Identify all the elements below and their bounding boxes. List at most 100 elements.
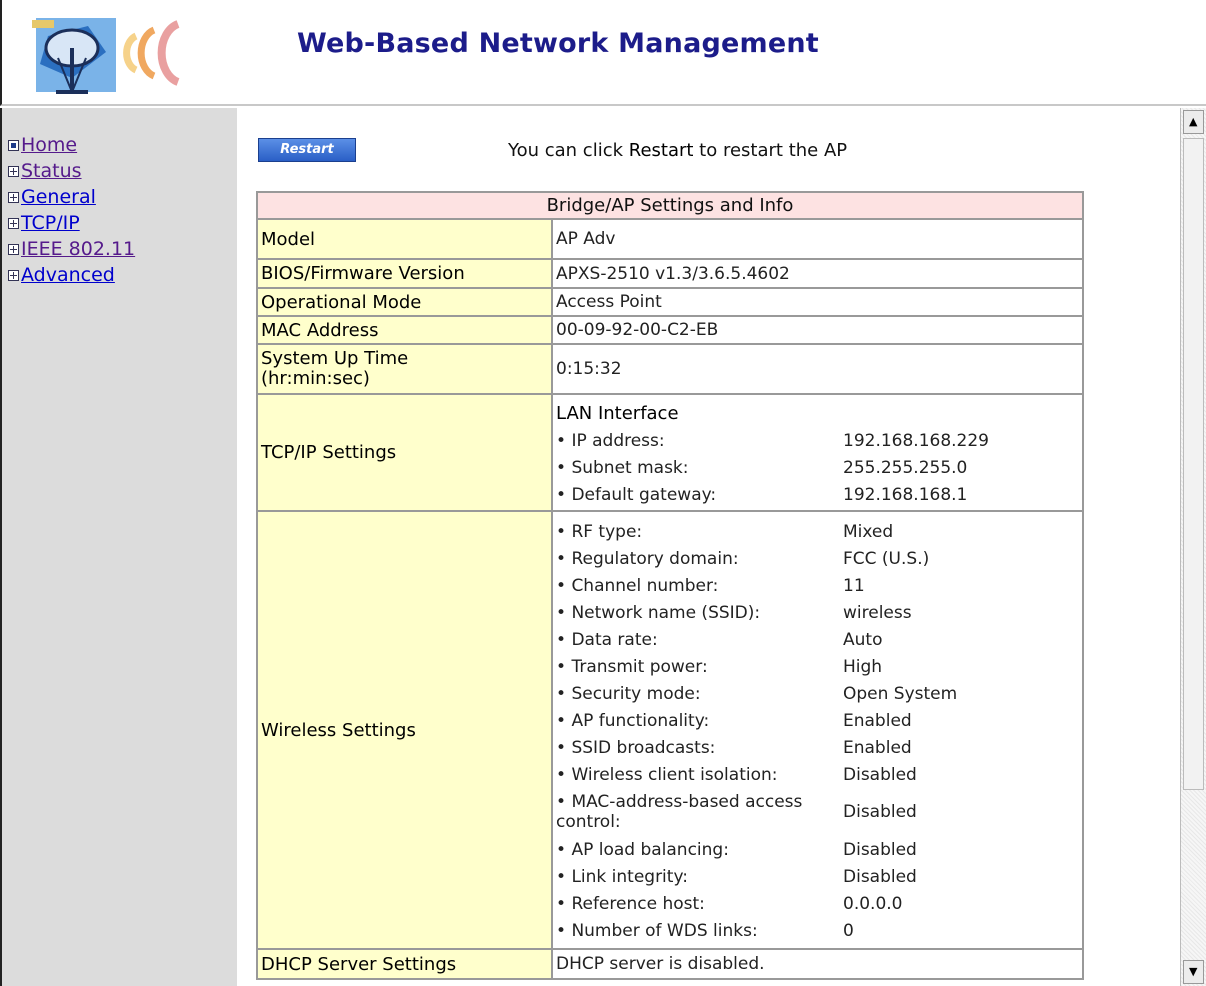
table-row: MAC Address 00-09-92-00-C2-EB [256, 315, 1084, 345]
sidebar-item-home[interactable]: Home [8, 132, 135, 158]
model-value: AP Adv [551, 218, 1084, 260]
sidebar-link-advanced[interactable]: Advanced [21, 264, 115, 286]
sidebar-item-ieee80211[interactable]: IEEE 802.11 [8, 236, 135, 262]
sidebar-item-status[interactable]: Status [8, 158, 135, 184]
plus-box-icon[interactable] [8, 244, 19, 255]
restart-hint-bold: Restart [628, 140, 694, 161]
table-row: BIOS/Firmware Version APXS-2510 v1.3/3.6… [256, 258, 1084, 289]
restart-hint-before: You can click [508, 140, 629, 161]
plus-box-icon[interactable] [8, 192, 19, 203]
minus-box-icon [8, 140, 19, 151]
kv-key: Channel number: [556, 576, 843, 596]
uptime-label-line1: System Up Time [261, 348, 409, 369]
scroll-up-arrow-icon[interactable]: ▲ [1183, 110, 1204, 134]
kv-row: RF type:Mixed [556, 518, 1082, 545]
table-row: DHCP Server Settings DHCP server is disa… [256, 948, 1084, 980]
tcpip-value: LAN Interface IP address:192.168.168.229… [551, 393, 1084, 512]
vertical-scrollbar[interactable]: ▲ ▼ [1180, 108, 1206, 986]
settings-table: Bridge/AP Settings and Info Model AP Adv… [256, 191, 1084, 980]
kv-row: Network name (SSID):wireless [556, 599, 1082, 626]
restart-button[interactable]: Restart [258, 138, 356, 162]
kv-value: Open System [843, 683, 958, 704]
kv-row: Wireless client isolation:Disabled [556, 761, 1082, 788]
plus-box-icon[interactable] [8, 270, 19, 281]
sidebar-item-general[interactable]: General [8, 184, 135, 210]
kv-value: 11 [843, 575, 865, 596]
uptime-label: System Up Time (hr:min:sec) [256, 343, 553, 395]
kv-value: 0 [843, 920, 854, 941]
model-label: Model [256, 218, 553, 260]
table-caption: Bridge/AP Settings and Info [256, 191, 1084, 220]
kv-value: 192.168.168.1 [843, 484, 968, 505]
plus-box-icon[interactable] [8, 218, 19, 229]
kv-key: MAC-address-based access control: [556, 792, 843, 832]
sidebar-item-tcpip[interactable]: TCP/IP [8, 210, 135, 236]
wireless-label: Wireless Settings [256, 510, 553, 950]
sidebar-link-status[interactable]: Status [21, 160, 82, 182]
kv-value: Disabled [843, 839, 917, 860]
kv-value: 192.168.168.229 [843, 430, 990, 451]
table-row: TCP/IP Settings LAN Interface IP address… [256, 393, 1084, 512]
dhcp-label: DHCP Server Settings [256, 948, 553, 980]
dhcp-value: DHCP server is disabled. [551, 948, 1084, 980]
kv-key: Regulatory domain: [556, 549, 843, 569]
kv-key: Default gateway: [556, 485, 843, 505]
kv-key: RF type: [556, 522, 843, 542]
page-title: Web-Based Network Management [297, 28, 819, 59]
firmware-label: BIOS/Firmware Version [256, 258, 553, 289]
kv-value: FCC (U.S.) [843, 548, 930, 569]
main-content: Restart You can click Restart to restart… [237, 108, 1180, 986]
kv-row: Regulatory domain:FCC (U.S.) [556, 545, 1082, 572]
plus-box-icon[interactable] [8, 166, 19, 177]
kv-key: Network name (SSID): [556, 603, 843, 623]
sidebar-link-ieee80211[interactable]: IEEE 802.11 [21, 238, 135, 260]
sidebar-link-general[interactable]: General [21, 186, 96, 208]
kv-value: wireless [843, 602, 912, 623]
kv-value: Disabled [843, 802, 917, 822]
kv-key: Subnet mask: [556, 458, 843, 478]
kv-value: Enabled [843, 737, 912, 758]
uptime-value: 0:15:32 [551, 343, 1084, 395]
table-row: Wireless Settings RF type:Mixed Regulato… [256, 510, 1084, 950]
satellite-dish-logo-icon [32, 18, 180, 94]
sidebar-item-advanced[interactable]: Advanced [8, 262, 135, 288]
kv-row: IP address:192.168.168.229 [556, 427, 1082, 454]
tcpip-label: TCP/IP Settings [256, 393, 553, 512]
scrollbar-thumb[interactable] [1183, 138, 1204, 790]
table-row: Operational Mode Access Point [256, 287, 1084, 317]
kv-key: AP load balancing: [556, 840, 843, 860]
firmware-value: APXS-2510 v1.3/3.6.5.4602 [551, 258, 1084, 289]
kv-value: 255.255.255.0 [843, 457, 968, 478]
kv-key: Security mode: [556, 684, 843, 704]
kv-value: Disabled [843, 866, 917, 887]
kv-value: Auto [843, 629, 883, 650]
kv-row: Data rate:Auto [556, 626, 1082, 653]
mac-label: MAC Address [256, 315, 553, 345]
table-row: System Up Time (hr:min:sec) 0:15:32 [256, 343, 1084, 395]
kv-key: Number of WDS links: [556, 921, 843, 941]
sidebar: Home Status General TCP/IP IEEE 802.11 A… [0, 108, 237, 986]
mac-value: 00-09-92-00-C2-EB [551, 315, 1084, 345]
scroll-down-arrow-icon[interactable]: ▼ [1183, 960, 1204, 984]
kv-row: AP load balancing:Disabled [556, 836, 1082, 863]
kv-row: SSID broadcasts:Enabled [556, 734, 1082, 761]
sidebar-link-home[interactable]: Home [21, 134, 77, 156]
kv-row: Link integrity:Disabled [556, 863, 1082, 890]
kv-row: Transmit power:High [556, 653, 1082, 680]
kv-value: High [843, 656, 883, 677]
kv-value: 0.0.0.0 [843, 893, 903, 914]
kv-key: Reference host: [556, 894, 843, 914]
wireless-value: RF type:Mixed Regulatory domain:FCC (U.S… [551, 510, 1084, 950]
sidebar-link-tcpip[interactable]: TCP/IP [21, 212, 80, 234]
kv-value: Disabled [843, 764, 917, 785]
mode-value: Access Point [551, 287, 1084, 317]
restart-hint: You can click Restart to restart the AP [508, 140, 847, 161]
kv-key: Transmit power: [556, 657, 843, 677]
kv-row: Channel number:11 [556, 572, 1082, 599]
kv-key: Link integrity: [556, 867, 843, 887]
header-frame: Web-Based Network Management [0, 0, 1206, 106]
uptime-label-line2: (hr:min:sec) [261, 368, 370, 389]
restart-hint-after: to restart the AP [693, 140, 848, 161]
kv-key: Data rate: [556, 630, 843, 650]
lan-interface-heading: LAN Interface [556, 403, 679, 424]
